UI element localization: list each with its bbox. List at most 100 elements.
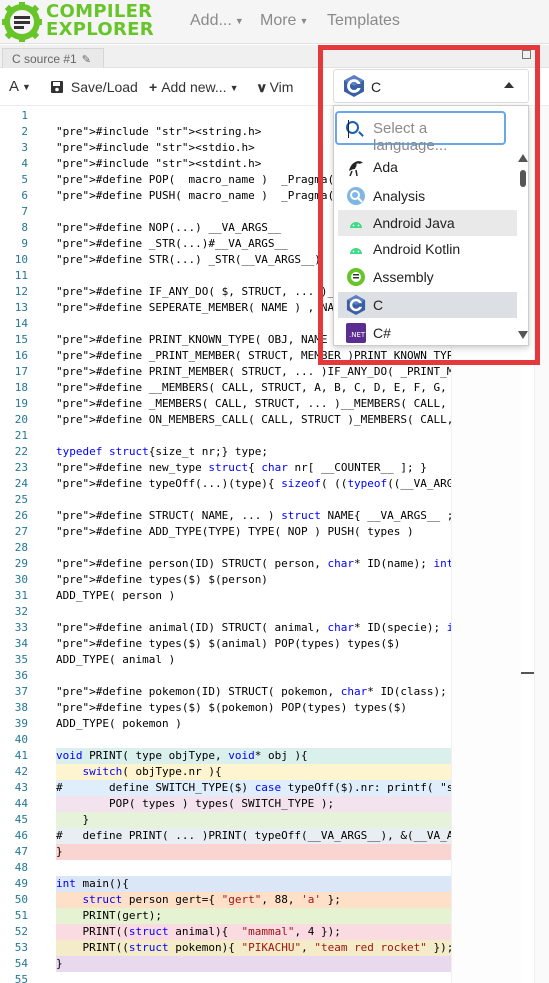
line-number: 7 (21, 205, 28, 218)
code-line[interactable]: 47} (0, 844, 451, 860)
code-line[interactable]: 50 struct person gert={ "gert", 88, 'a' … (0, 892, 451, 908)
line-number: 49 (14, 877, 28, 890)
language-option-csharp[interactable]: .NET C# (338, 320, 517, 346)
code-line[interactable]: 33 "pre">#define animal(ID) STRUCT( anima… (0, 620, 451, 636)
line-number: 4 (21, 157, 28, 170)
code-line[interactable]: 32 (0, 604, 451, 620)
code-text: "pre">#include "str"><string.h> (56, 125, 262, 138)
code-line[interactable]: 26 "pre">#define STRUCT( NAME, ... ) stru… (0, 508, 451, 524)
line-number: 37 (14, 685, 28, 698)
brand-wordmark[interactable]: COMPILER EXPLORER (46, 3, 154, 39)
code-line[interactable]: 18 "pre">#define __MEMBERS( CALL, STRUCT,… (0, 380, 451, 396)
code-line[interactable]: 27 "pre">#define ADD_TYPE(TYPE) TYPE( NOP… (0, 524, 451, 540)
language-option-analysis[interactable]: Analysis (338, 183, 517, 209)
more-menu[interactable]: More ▼ (260, 12, 308, 30)
scroll-down-arrow-icon[interactable] (518, 331, 528, 339)
line-number: 19 (14, 397, 28, 410)
language-option-label: Assembly (373, 269, 434, 285)
line-number: 51 (14, 909, 28, 922)
line-number: 20 (14, 413, 28, 426)
code-line[interactable]: 54} (0, 956, 451, 972)
save-load-button[interactable]: Save/Load (51, 79, 138, 95)
code-line[interactable]: 21 (0, 428, 451, 444)
code-line[interactable]: 46 # define PRINT( ... )PRINT( typeOff(__… (0, 828, 451, 844)
language-option-ada[interactable]: Ada (338, 154, 517, 180)
text-cursor (348, 120, 349, 138)
code-line[interactable]: 48 (0, 860, 451, 876)
line-number: 31 (14, 589, 28, 602)
code-text: switch( objType.nr ){ (82, 765, 222, 778)
code-line[interactable]: 51 PRINT(gert); (0, 908, 451, 924)
caret-down-icon: ▼ (22, 82, 31, 93)
code-line[interactable]: 17 "pre">#define PRINT_MEMBER( STRUCT, ..… (0, 364, 451, 380)
line-number: 17 (14, 365, 28, 378)
pencil-icon[interactable]: ✎ (82, 54, 91, 66)
code-line[interactable]: 44 POP( types ) types( SWITCH_TYPE ); (0, 796, 451, 812)
line-number: 24 (14, 477, 28, 490)
code-line[interactable]: 20 "pre">#define ON_MEMBERS_CALL( CALL, S… (0, 412, 451, 428)
code-line[interactable]: 38 "pre">#define types($) $(pokemon) POP(… (0, 700, 451, 716)
line-number: 23 (14, 461, 28, 474)
tab-c-source[interactable]: C source #1 ✎ (2, 48, 104, 68)
code-line[interactable]: 28 (0, 540, 451, 556)
templates-link[interactable]: Templates (327, 12, 400, 30)
code-line[interactable]: 16 "pre">#define _PRINT_MEMBER( STRUCT, M… (0, 348, 451, 364)
code-line[interactable]: 29 "pre">#define person(ID) STRUCT( perso… (0, 556, 451, 572)
code-line[interactable]: 52 PRINT((struct animal){ "mammal", 4 })… (0, 924, 451, 940)
code-line[interactable]: 40 (0, 732, 451, 748)
code-text: "pre">#define IF_ANY_DO( $, STRUCT, ... … (56, 285, 374, 298)
caret-down-icon: ▼ (234, 15, 244, 26)
line-number: 33 (14, 621, 28, 634)
language-search-input[interactable]: Select a language... (335, 111, 506, 154)
top-navbar: COMPILER EXPLORER Add... ▼ More ▼ Template… (0, 0, 549, 44)
font-size-button[interactable]: A ▼ (9, 78, 31, 95)
code-line[interactable]: 45 } (0, 812, 451, 828)
code-line[interactable]: 39 ADD_TYPE( pokemon ) (0, 716, 451, 732)
language-option-android-kotlin[interactable]: Android Kotlin (338, 236, 517, 262)
add-menu[interactable]: Add... ▼ (190, 12, 244, 30)
dropdown-scroll-thumb[interactable] (520, 170, 526, 187)
language-option-c[interactable]: C (338, 292, 517, 318)
minimap-position-marker (521, 672, 534, 674)
compiler-explorer-logo-icon[interactable] (2, 2, 42, 42)
line-number: 45 (14, 813, 28, 826)
language-option-assembly[interactable]: Assembly (338, 264, 517, 290)
line-number: 36 (14, 669, 28, 682)
editor-scrollbar[interactable] (534, 106, 549, 983)
code-line[interactable]: 30 "pre">#define types($) $(person) (0, 572, 451, 588)
code-line[interactable]: 34 "pre">#define types($) $(animal) POP(t… (0, 636, 451, 652)
code-text: # define PRINT( ... )PRINT( typeOff(__VA… (56, 829, 451, 842)
add-menu-label: Add... (190, 12, 232, 29)
line-number: 32 (14, 605, 28, 618)
maximize-pane-icon[interactable] (522, 50, 531, 59)
code-line[interactable]: 37 "pre">#define pokemon(ID) STRUCT( poke… (0, 684, 451, 700)
language-option-label: Ada (373, 159, 398, 175)
code-line[interactable]: 42 switch( objType.nr ){ (0, 764, 451, 780)
language-option-android-java[interactable]: Android Java (338, 210, 517, 236)
code-text: POP( types ) types( SWITCH_TYPE ); (56, 797, 335, 810)
font-size-icon: A (9, 78, 20, 95)
code-line[interactable]: 24 "pre">#define typeOff(...)(type){ size… (0, 476, 451, 492)
vim-toggle-button[interactable]: 𝐯 Vim (258, 79, 293, 96)
line-number: 41 (14, 749, 28, 762)
assembly-icon (347, 268, 365, 286)
add-new-button[interactable]: + Add new... ▼ (149, 79, 239, 95)
language-select[interactable]: C (333, 69, 529, 103)
code-line[interactable]: 35 ADD_TYPE( animal ) (0, 652, 451, 668)
analysis-icon (347, 187, 365, 205)
code-line[interactable]: 55 (0, 972, 451, 983)
code-text: ADD_TYPE( person ) (56, 589, 176, 602)
code-line[interactable]: 53 PRINT((struct pokemon){ "PIKACHU", "t… (0, 940, 451, 956)
code-line[interactable]: 22 typedef struct{size_t nr;} type; (0, 444, 451, 460)
code-line[interactable]: 36 (0, 668, 451, 684)
code-line[interactable]: 31 ADD_TYPE( person ) (0, 588, 451, 604)
code-line[interactable]: 49 int main(){ (0, 876, 451, 892)
code-text: } (56, 813, 90, 826)
scroll-up-arrow-icon[interactable] (518, 154, 528, 162)
code-line[interactable]: 25 (0, 492, 451, 508)
code-line[interactable]: 23 "pre">#define new_type struct{ char nr… (0, 460, 451, 476)
code-line[interactable]: 19 "pre">#define _MEMBERS( CALL, STRUCT, … (0, 396, 451, 412)
code-line[interactable]: 41 void PRINT( type objType, void* obj ){ (0, 748, 451, 764)
code-line[interactable]: 43 # define SWITCH_TYPE($) case typeOff($… (0, 780, 451, 796)
code-text: "pre">#define STR(...) _STR(__VA_ARGS__) (56, 253, 321, 266)
